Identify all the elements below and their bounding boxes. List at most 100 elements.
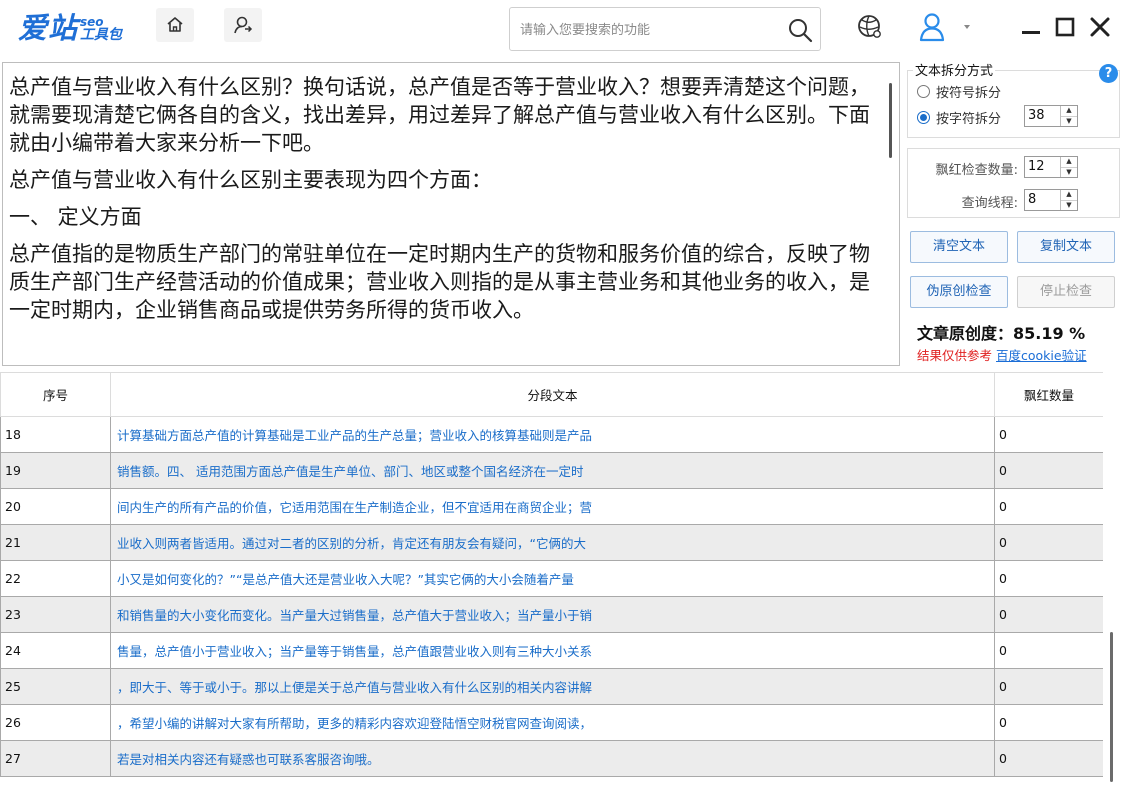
share-icon xyxy=(234,16,253,34)
row-index: 20 xyxy=(0,488,111,525)
baidu-cookie-link[interactable]: 百度cookie验证 xyxy=(996,348,1087,363)
clear-text-button[interactable]: 清空文本 xyxy=(910,231,1008,263)
table-row[interactable]: 20 间内生产的所有产品的价值，它适用范围在生产制造企业，但不宜适用在商贸企业；… xyxy=(0,488,1104,525)
table-header-row: 序号 分段文本 飘红数量 xyxy=(0,372,1104,417)
table-row[interactable]: 19 销售额。四、 适用范围方面总产值是生产单位、部门、地区或整个国名经济在一定… xyxy=(0,452,1104,489)
result-disclaimer: 结果仅供参考 xyxy=(917,348,993,363)
red-check-count-stepper[interactable]: 12 ▲ ▼ xyxy=(1024,156,1078,178)
row-index: 23 xyxy=(0,596,111,633)
row-index: 27 xyxy=(0,740,111,777)
row-index: 25 xyxy=(0,668,111,705)
globe-icon[interactable] xyxy=(857,14,883,40)
row-red-count: 0 xyxy=(994,416,1104,453)
home-button[interactable] xyxy=(156,8,194,42)
copy-text-button[interactable]: 复制文本 xyxy=(1017,231,1115,263)
table-row[interactable]: 22 小又是如何变化的？”“是总产值大还是营业收入大呢？”其实它俩的大小会随着产… xyxy=(0,560,1104,597)
article-paragraph: 一、 定义方面 xyxy=(9,205,142,229)
logo-main-text: 爱站 xyxy=(18,11,79,45)
stepper-down-icon[interactable]: ▼ xyxy=(1061,201,1077,211)
row-red-count: 0 xyxy=(994,488,1104,525)
row-segment-text: 小又是如何变化的？”“是总产值大还是营业收入大呢？”其实它俩的大小会随着产量 xyxy=(110,560,995,597)
help-icon[interactable]: ? xyxy=(1099,64,1118,83)
radio-button[interactable] xyxy=(917,85,930,98)
stepper-up-icon[interactable]: ▲ xyxy=(1061,190,1077,201)
row-index: 19 xyxy=(0,452,111,489)
row-segment-text: 销售额。四、 适用范围方面总产值是生产单位、部门、地区或整个国名经济在一定时 xyxy=(110,452,995,489)
article-paragraph: 总产值与营业收入有什么区别主要表现为四个方面： xyxy=(9,168,492,192)
chevron-down-icon[interactable] xyxy=(962,22,972,32)
editor-scrollbar-thumb[interactable] xyxy=(889,83,892,158)
search-input[interactable] xyxy=(520,18,770,42)
table-row[interactable]: 23 和销售量的大小变化而变化。当产量大过销售量，总产值大于营业收入；当产量小于… xyxy=(0,596,1104,633)
home-icon xyxy=(167,17,183,32)
stop-check-button[interactable]: 停止检查 xyxy=(1017,276,1115,308)
row-index: 26 xyxy=(0,704,111,741)
column-header-index[interactable]: 序号 xyxy=(0,372,111,417)
article-paragraph: 总产值与营业收入有什么区别？换句话说，总产值是否等于营业收入？想要弄清楚这个问题… xyxy=(9,75,870,155)
stepper-up-icon[interactable]: ▲ xyxy=(1061,106,1077,117)
threads-stepper[interactable]: 8 ▲ ▼ xyxy=(1024,189,1078,211)
row-red-count: 0 xyxy=(994,596,1104,633)
stepper-down-icon[interactable]: ▼ xyxy=(1061,117,1077,127)
row-segment-text: 和销售量的大小变化而变化。当产量大过销售量，总产值大于营业收入；当产量小于销 xyxy=(110,596,995,633)
minimize-icon[interactable] xyxy=(1018,14,1044,40)
split-mode-group xyxy=(907,70,1120,138)
row-index: 18 xyxy=(0,416,111,453)
threads-value[interactable]: 8 xyxy=(1025,190,1060,210)
share-button[interactable] xyxy=(224,8,262,42)
table-row[interactable]: 18 计算基础方面总产值的计算基础是工业产品的生产总量；营业收入的核算基础则是产… xyxy=(0,416,1104,453)
row-segment-text: 业收入则两者皆适用。通过对二者的区别的分析，肯定还有朋友会有疑问，“它俩的大 xyxy=(110,524,995,561)
column-header-segment[interactable]: 分段文本 xyxy=(110,372,995,417)
row-segment-text: 若是对相关内容还有疑惑也可联系客服咨询哦。 xyxy=(110,740,995,777)
radio-button-selected[interactable] xyxy=(917,111,930,124)
red-check-count-label: 飘红检查数量: xyxy=(935,163,1018,178)
row-red-count: 0 xyxy=(994,452,1104,489)
article-text-editor[interactable]: 总产值与营业收入有什么区别？换句话说，总产值是否等于营业收入？想要弄清楚这个问题… xyxy=(2,62,900,366)
table-row[interactable]: 25 ，即大于、等于或小于。那以上便是关于总产值与营业收入有什么区别的相关内容讲… xyxy=(0,668,1104,705)
row-red-count: 0 xyxy=(994,560,1104,597)
row-index: 21 xyxy=(0,524,111,561)
editor-scrollbar[interactable] xyxy=(883,63,899,365)
table-scrollbar-thumb[interactable] xyxy=(1110,632,1113,782)
row-segment-text: 间内生产的所有产品的价值，它适用范围在生产制造企业，但不宜适用在商贸企业；营 xyxy=(110,488,995,525)
row-red-count: 0 xyxy=(994,668,1104,705)
originality-score: 文章原创度：85.19 % xyxy=(917,324,1086,343)
row-index: 24 xyxy=(0,632,111,669)
row-red-count: 0 xyxy=(994,704,1104,741)
maximize-icon[interactable] xyxy=(1052,14,1078,40)
radio-split-by-char-label: 按字符拆分 xyxy=(936,112,1002,127)
article-paragraph: 总产值指的是物质生产部门的常驻单位在一定时期内生产的货物和服务价值的综合，反映了… xyxy=(9,242,870,322)
search-icon[interactable] xyxy=(786,16,814,44)
radio-split-by-char[interactable]: 按字符拆分 xyxy=(917,108,1001,127)
check-originality-button[interactable]: 伪原创检查 xyxy=(910,276,1008,308)
row-index: 22 xyxy=(0,560,111,597)
search-box[interactable] xyxy=(509,7,821,51)
row-segment-text: 计算基础方面总产值的计算基础是工业产品的生产总量；营业收入的核算基础则是产品 xyxy=(110,416,995,453)
char-count-stepper[interactable]: 38 ▲ ▼ xyxy=(1024,105,1078,127)
user-icon[interactable] xyxy=(919,12,945,42)
table-scrollbar[interactable] xyxy=(1103,372,1121,806)
row-red-count: 0 xyxy=(994,632,1104,669)
logo-tool-text: 工具包 xyxy=(80,27,123,43)
row-segment-text: 售量，总产值小于营业收入；当产量等于销售量，总产值跟营业收入则有三种大小关系 xyxy=(110,632,995,669)
red-check-count-value[interactable]: 12 xyxy=(1025,157,1060,177)
app-logo: 爱站 seo 工具包 xyxy=(18,6,122,50)
close-icon[interactable] xyxy=(1087,14,1113,40)
radio-split-by-symbol[interactable]: 按符号拆分 xyxy=(917,82,1001,101)
table-row[interactable]: 24 售量，总产值小于营业收入；当产量等于销售量，总产值跟营业收入则有三种大小关… xyxy=(0,632,1104,669)
radio-split-by-symbol-label: 按符号拆分 xyxy=(936,86,1002,101)
stepper-up-icon[interactable]: ▲ xyxy=(1061,157,1077,168)
table-row[interactable]: 26 ，希望小编的讲解对大家有所帮助，更多的精彩内容欢迎登陆悟空财税官网查询阅读… xyxy=(0,704,1104,741)
table-row[interactable]: 21 业收入则两者皆适用。通过对二者的区别的分析，肯定还有朋友会有疑问，“它俩的… xyxy=(0,524,1104,561)
threads-label: 查询线程: xyxy=(961,196,1018,211)
split-mode-title: 文本拆分方式 xyxy=(913,60,996,79)
char-count-value[interactable]: 38 xyxy=(1025,106,1060,126)
stepper-down-icon[interactable]: ▼ xyxy=(1061,168,1077,178)
row-segment-text: ，希望小编的讲解对大家有所帮助，更多的精彩内容欢迎登陆悟空财税官网查询阅读， xyxy=(110,704,995,741)
table-row[interactable]: 27 若是对相关内容还有疑惑也可联系客服咨询哦。 0 xyxy=(0,740,1104,777)
segment-table: 序号 分段文本 飘红数量 18 计算基础方面总产值的计算基础是工业产品的生产总量… xyxy=(0,372,1121,806)
row-segment-text: ，即大于、等于或小于。那以上便是关于总产值与营业收入有什么区别的相关内容讲解 xyxy=(110,668,995,705)
title-bar: 爱站 seo 工具包 xyxy=(0,0,1121,60)
article-text-content[interactable]: 总产值与营业收入有什么区别？换句话说，总产值是否等于营业收入？想要弄清楚这个问题… xyxy=(9,73,873,333)
column-header-red-count[interactable]: 飘红数量 xyxy=(994,372,1104,417)
